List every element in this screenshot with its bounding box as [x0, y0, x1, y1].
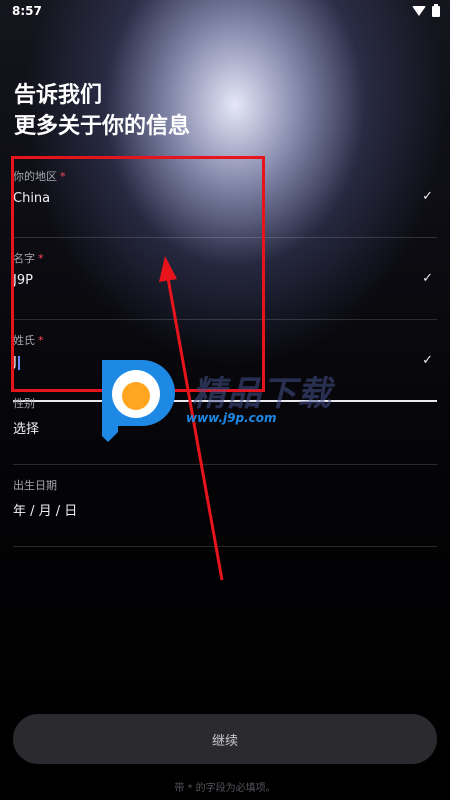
- watermark-url: www.j9p.com: [186, 411, 277, 425]
- watermark-text: 精品下载: [192, 374, 332, 414]
- watermark: 精品下载 www.j9p.com: [98, 356, 358, 446]
- watermark-logo-icon: [102, 360, 175, 442]
